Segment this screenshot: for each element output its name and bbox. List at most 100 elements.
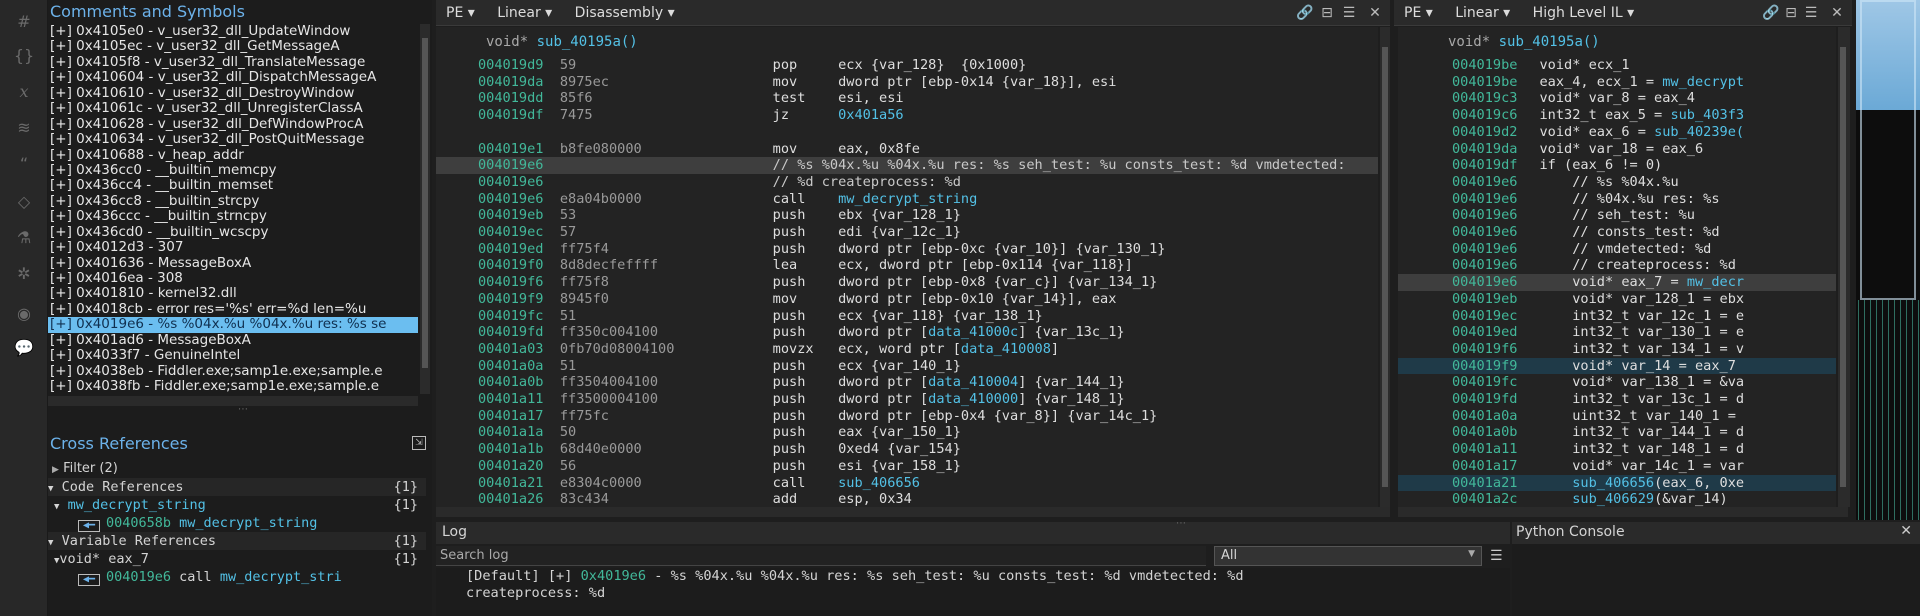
comment-item[interactable]: [+] 0x4038eb - Fiddler.exe;samp1e.exe;sa… <box>48 364 418 379</box>
view-menu[interactable]: Disassembly ▾ <box>575 0 675 26</box>
hlil-line[interactable]: 004019df if (eax_6 != 0) <box>1398 157 1836 174</box>
var-ref-variable[interactable]: ▼void* eax_7 {1} <box>54 550 426 568</box>
comments-hscrollbar[interactable] <box>48 396 418 406</box>
log-menu-icon[interactable]: ☰ <box>1490 548 1503 564</box>
pin-icon[interactable]: ⇲ <box>412 436 426 450</box>
comment-item[interactable]: [+] 0x4105ec - v_user32_dll_GetMessageA <box>48 39 418 54</box>
hlil-line[interactable]: 004019c3 void* var_8 = eax_4 <box>1398 90 1836 107</box>
hlil-line[interactable]: 00401a11 int32_t var_148_1 = d <box>1398 441 1836 458</box>
disasm-operand[interactable]: data_410008 <box>961 341 1051 357</box>
hlil-line[interactable]: 004019e6 // seh_test: %u <box>1398 207 1836 224</box>
comment-item[interactable]: [+] 0x401ad6 - MessageBoxA <box>48 333 418 348</box>
hlil-view[interactable]: void* sub_40195a() 004019be void* ecx_1 00… <box>1398 27 1836 507</box>
disasm-line[interactable]: 004019fd ff350c004100 push dword ptr [da… <box>436 324 1378 341</box>
hlil-line[interactable]: 00401a2c sub_406629(&var_14) <box>1398 491 1836 507</box>
log-search-input[interactable]: Search log <box>436 546 1206 566</box>
disassembly-view[interactable]: void* sub_40195a() 004019d9 59 pop ecx {… <box>436 27 1378 507</box>
split-view-icon[interactable]: ⊟ <box>1782 4 1800 22</box>
disasm-line[interactable]: 00401a17 ff75fc push dword ptr [ebp-0x4 … <box>436 408 1378 425</box>
hlil-line[interactable]: 004019ec int32_t var_12c_1 = e <box>1398 308 1836 325</box>
hlil-vscrollbar[interactable] <box>1838 27 1850 507</box>
disasm-line[interactable] <box>436 124 1378 141</box>
comment-item[interactable]: [+] 0x4105f8 - v_user32_dll_TranslateMes… <box>48 55 418 70</box>
comment-item[interactable]: [+] 0x410634 - v_user32_dll_PostQuitMess… <box>48 132 418 147</box>
link-icon[interactable]: 🔗 <box>1296 4 1314 22</box>
comment-item[interactable]: [+] 0x436cc4 - __builtin_memset <box>48 178 418 193</box>
disasm-line[interactable]: 004019f0 8d8decfeffff lea ecx, dword ptr… <box>436 257 1378 274</box>
close-icon[interactable]: ✕ <box>1366 4 1384 22</box>
log-level-select[interactable]: All ▼ <box>1214 546 1482 566</box>
pe-menu[interactable]: PE ▾ <box>1404 0 1433 26</box>
disasm-line[interactable]: 00401a0b ff3504004100 push dword ptr [da… <box>436 374 1378 391</box>
disassembly-hscrollbar[interactable] <box>436 507 1390 517</box>
hlil-line[interactable]: 004019be void* ecx_1 <box>1398 57 1836 74</box>
comment-item[interactable]: [+] 0x436cc8 - __builtin_strcpy <box>48 194 418 209</box>
comment-item[interactable]: [+] 0x436cc0 - __builtin_memcpy <box>48 163 418 178</box>
hlil-line[interactable]: 004019e6 // vmdetected: %d <box>1398 241 1836 258</box>
linear-menu[interactable]: Linear ▾ <box>1455 0 1510 26</box>
disasm-operand[interactable]: 0x401a56 <box>838 107 903 123</box>
comment-item[interactable]: [+] 0x4105e0 - v_user32_dll_UpdateWindow <box>48 24 418 39</box>
types-braces-icon[interactable]: {} <box>12 44 36 68</box>
comment-item[interactable]: [+] 0x41061c - v_user32_dll_UnregisterCl… <box>48 101 418 116</box>
disasm-line[interactable]: 004019da 8975ec mov dword ptr [ebp-0x14 … <box>436 74 1378 91</box>
hlil-line[interactable]: 004019c6 int32_t eax_5 = sub_403f3 <box>1398 107 1836 124</box>
hlil-token[interactable]: sub_403f3 <box>1670 107 1744 123</box>
xref-filter[interactable]: ▶ Filter (2) <box>52 460 118 478</box>
comment-item[interactable]: [+] 0x4018cb - error res='%s' err=%d len… <box>48 302 418 317</box>
disasm-line[interactable]: 004019d9 59 pop ecx {var_128} {0x1000} <box>436 57 1378 74</box>
comment-item[interactable]: [+] 0x410604 - v_user32_dll_DispatchMess… <box>48 70 418 85</box>
hlil-line[interactable]: 004019d2 void* eax_6 = sub_40239e( <box>1398 124 1836 141</box>
hlil-line[interactable]: 004019ed int32_t var_130_1 = e <box>1398 324 1836 341</box>
variable-references-header[interactable]: ▼ Variable References {1} <box>48 532 426 550</box>
disasm-line[interactable]: 004019e1 b8fe080000 mov eax, 0x8fe <box>436 141 1378 158</box>
disasm-line[interactable]: 00401a1b 68d40e0000 push 0xed4 {var_154} <box>436 441 1378 458</box>
comment-item[interactable]: [+] 0x4038fb - Fiddler.exe;samp1e.exe;sa… <box>48 379 418 394</box>
comments-list[interactable]: [+] 0x4105e0 - v_user32_dll_UpdateWindow… <box>48 24 418 394</box>
hlil-line[interactable]: 004019f9 void* var_14 = eax_7 <box>1398 357 1836 375</box>
disasm-line[interactable]: 004019dd 85f6 test esi, esi <box>436 90 1378 107</box>
disasm-operand[interactable]: data_410004 <box>928 374 1018 390</box>
linear-menu[interactable]: Linear ▾ <box>497 0 552 26</box>
hlil-token[interactable]: mw_decrypt <box>1662 74 1744 90</box>
hlil-line[interactable]: 004019fc void* var_138_1 = &va <box>1398 374 1836 391</box>
disasm-operand[interactable]: mw_decrypt_string <box>838 191 977 207</box>
hlil-line[interactable]: 004019fd int32_t var_13c_1 = d <box>1398 391 1836 408</box>
comment-item[interactable]: [+] 0x436cd0 - __builtin_wcscpy <box>48 225 418 240</box>
disasm-line[interactable]: 00401a0a 51 push ecx {var_140_1} <box>436 358 1378 375</box>
hlil-line[interactable]: 004019e6 // createprocess: %d <box>1398 257 1836 274</box>
disasm-line[interactable]: 00401a11 ff3500004100 push dword ptr [da… <box>436 391 1378 408</box>
close-icon[interactable]: ✕ <box>1828 4 1846 22</box>
comment-item[interactable]: [+] 0x4033f7 - GenuineIntel <box>48 348 418 363</box>
layers-icon[interactable]: ≋ <box>12 116 36 140</box>
toggle-icon[interactable]: ◉ <box>12 302 36 326</box>
disasm-line[interactable]: 004019df 7475 jz 0x401a56 <box>436 107 1378 124</box>
disasm-operand[interactable]: data_410000 <box>928 391 1018 407</box>
hlil-token[interactable]: sub_40239e( <box>1654 124 1744 140</box>
disasm-operand[interactable]: sub_406656 <box>838 475 920 491</box>
hamburger-menu-icon[interactable]: ☰ <box>1802 4 1820 22</box>
python-console-input[interactable] <box>1512 544 1920 616</box>
hlil-token[interactable]: sub_406629 <box>1572 491 1654 507</box>
disassembly-vscrollbar[interactable] <box>1380 27 1390 507</box>
disasm-line[interactable]: 00401a1a 50 push eax {var_150_1} <box>436 424 1378 441</box>
comment-item[interactable]: [+] 0x4012d3 - 307 <box>48 240 418 255</box>
hlil-hscrollbar[interactable] <box>1398 507 1848 517</box>
comments-scrollbar[interactable] <box>420 24 430 394</box>
pe-menu[interactable]: PE ▾ <box>446 0 475 26</box>
disasm-line[interactable]: 004019fc 51 push ecx {var_118} {var_138_… <box>436 308 1378 325</box>
hlil-line[interactable]: 004019f6 int32_t var_134_1 = v <box>1398 341 1836 358</box>
link-icon[interactable]: 🔗 <box>1762 4 1780 22</box>
hlil-line[interactable]: 00401a21 sub_406656(eax_6, 0xe <box>1398 474 1836 492</box>
hlil-line[interactable]: 00401a17 void* var_14c_1 = var <box>1398 458 1836 475</box>
comment-item[interactable]: [+] 0x4019e6 - %s %04x.%u %04x.%u res: %… <box>48 317 418 333</box>
code-references-header[interactable]: ▼ Code References {1} <box>48 478 426 496</box>
disasm-line[interactable]: 00401a21 e8304c0000 call sub_406656 <box>436 475 1378 492</box>
hlil-line[interactable]: 004019e6 void* eax_7 = mw_decr <box>1398 274 1836 291</box>
hlil-line[interactable]: 004019be eax_4, ecx_1 = mw_decrypt <box>1398 74 1836 91</box>
disasm-operand[interactable]: data_41000c <box>928 324 1018 340</box>
comments-icon[interactable]: 💬 <box>12 336 36 360</box>
disasm-line[interactable]: 004019e6 // %s %04x.%u %04x.%u res: %s s… <box>436 157 1378 174</box>
hlil-line[interactable]: 004019da void* var_18 = eax_6 <box>1398 141 1836 158</box>
tags-icon[interactable]: ◇ <box>12 190 36 214</box>
